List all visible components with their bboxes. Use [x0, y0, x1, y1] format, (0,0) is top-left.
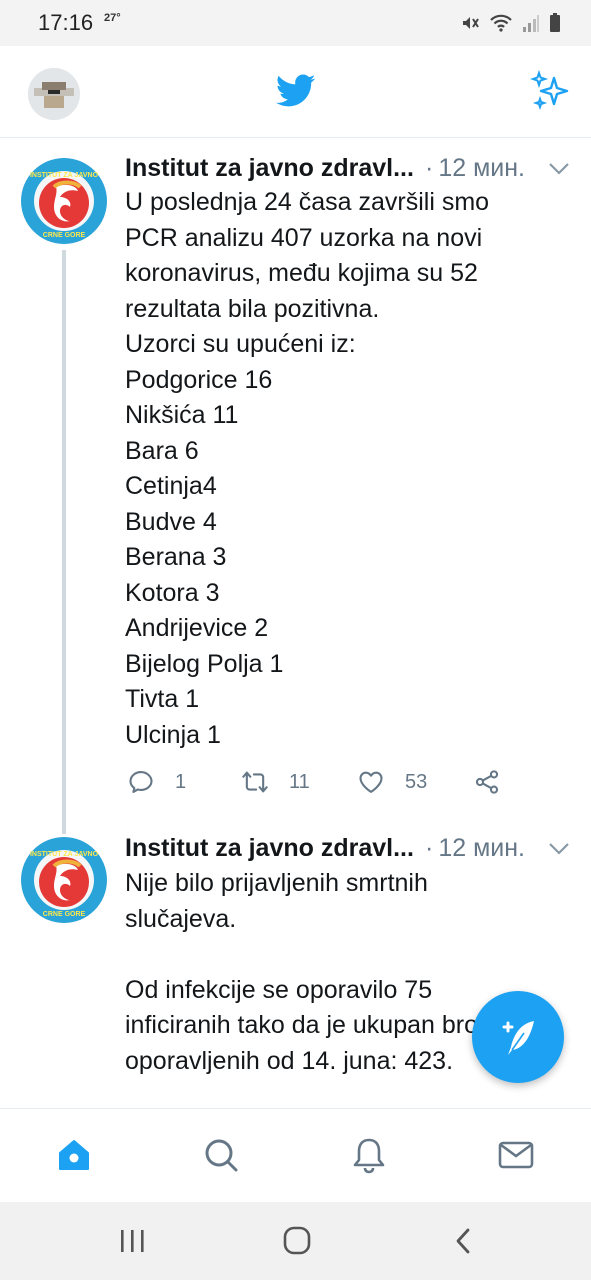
svg-text:INSTITUT ZA JAVNO: INSTITUT ZA JAVNO — [30, 851, 99, 858]
battery-icon — [550, 13, 560, 32]
tweet-line: Cetinja4 — [125, 472, 217, 500]
tweet-header: Institut za javno zdravl... · 12 мин. — [125, 154, 525, 183]
recent-apps-icon — [121, 1230, 144, 1252]
tweet-line: rezultata bila pozitivna. — [125, 294, 380, 323]
svg-text:INSTITUT ZA JAVNO: INSTITUT ZA JAVNO — [30, 172, 99, 179]
status-time: 17:16 — [38, 10, 94, 35]
back-button[interactable] — [446, 1226, 482, 1256]
user-avatar[interactable] — [28, 68, 80, 120]
svg-text:CRNE GORE: CRNE GORE — [43, 911, 86, 918]
avatar-image — [28, 68, 80, 120]
nav-search[interactable] — [201, 1135, 241, 1175]
messages-icon — [498, 1141, 534, 1169]
twitter-bird-icon — [276, 73, 316, 109]
tweet-time: 12 мин. — [438, 154, 525, 182]
tweet-line: PCR analizu 407 uzorka na novi — [125, 223, 483, 252]
tweet-line: Nikšića 11 — [125, 401, 239, 429]
tweet-text: U poslednja 24 časa završili smo PCR ana… — [125, 185, 545, 753]
recent-apps-button[interactable] — [114, 1226, 150, 1256]
mute-icon — [463, 17, 479, 29]
like-button[interactable]: 53 — [357, 768, 427, 796]
retweet-count: 11 — [289, 770, 310, 793]
home-icon — [59, 1140, 89, 1170]
reply-button[interactable]: 1 — [127, 768, 186, 796]
tweet-line: U poslednja 24 časa završili smo — [125, 188, 490, 216]
back-icon — [456, 1228, 470, 1254]
tweet-actions: 1 11 53 — [125, 768, 545, 804]
tweet-line: Bijelog Polja 1 — [125, 649, 284, 678]
author-avatar[interactable]: INSTITUT ZA JAVNO CRNE GORE — [20, 836, 108, 924]
tweet-line: Ulcinja 1 — [125, 720, 221, 749]
heart-icon — [359, 771, 383, 793]
tweet-line: slučajeva. — [125, 904, 237, 933]
tweet-line: Kotora 3 — [125, 578, 220, 607]
separator-dot: · — [425, 834, 434, 862]
tweet-time: 12 мин. — [438, 834, 525, 862]
system-nav — [0, 1202, 591, 1280]
nav-messages[interactable] — [496, 1135, 536, 1175]
reply-icon — [129, 771, 153, 793]
chevron-down-icon[interactable] — [548, 842, 570, 856]
status-temperature: 27° — [104, 12, 121, 24]
tweet-line — [125, 937, 545, 973]
search-icon — [205, 1139, 238, 1172]
author-name[interactable]: Institut za javno zdravl... — [125, 154, 417, 183]
home-button[interactable] — [279, 1226, 315, 1256]
compose-feather-icon — [502, 1021, 534, 1055]
author-avatar[interactable]: INSTITUT ZA JAVNO CRNE GORE — [20, 157, 108, 245]
tweet-line: Od infekcije se oporavilo 75 — [125, 975, 433, 1004]
app-header — [0, 46, 591, 138]
status-bar: 17:16 27° — [0, 0, 591, 46]
signal-icon — [523, 15, 539, 32]
thread-line — [62, 250, 66, 834]
tweet-line: Berana 3 — [125, 543, 227, 571]
like-count: 53 — [405, 770, 428, 793]
svg-text:CRNE GORE: CRNE GORE — [43, 232, 86, 239]
share-button[interactable] — [473, 768, 501, 796]
tweet-line: Bara 6 — [125, 436, 199, 465]
tweet-header: Institut za javno zdravl... · 12 мин. — [125, 834, 525, 863]
sparkle-icon[interactable] — [529, 69, 572, 112]
tweet-line: Budve 4 — [125, 507, 217, 536]
tweet-line: koronavirus, među kojima su 52 — [125, 259, 478, 287]
bottom-nav — [0, 1108, 591, 1202]
tweet-line: Andrijevice 2 — [125, 614, 269, 642]
nav-notifications[interactable] — [349, 1135, 389, 1175]
wifi-icon — [490, 14, 512, 32]
reply-count: 1 — [175, 770, 187, 793]
share-icon — [475, 770, 499, 794]
tweet-line: Podgorice 16 — [125, 365, 273, 394]
notifications-icon — [353, 1138, 385, 1174]
retweet-button[interactable]: 11 — [241, 768, 310, 796]
tweet-line: Uzorci su upućeni iz: — [125, 330, 356, 358]
retweet-icon — [242, 771, 268, 793]
status-icons — [460, 12, 561, 34]
tweet-line: Tivta 1 — [125, 685, 200, 713]
tweet-line: Nije bilo prijavljenih smrtnih — [125, 869, 428, 897]
home-button-icon — [283, 1226, 311, 1255]
chevron-down-icon[interactable] — [548, 162, 570, 176]
author-name[interactable]: Institut za javno zdravl... — [125, 834, 417, 863]
compose-tweet-button[interactable] — [472, 991, 564, 1083]
nav-home[interactable] — [54, 1135, 94, 1175]
separator-dot: · — [425, 154, 434, 182]
